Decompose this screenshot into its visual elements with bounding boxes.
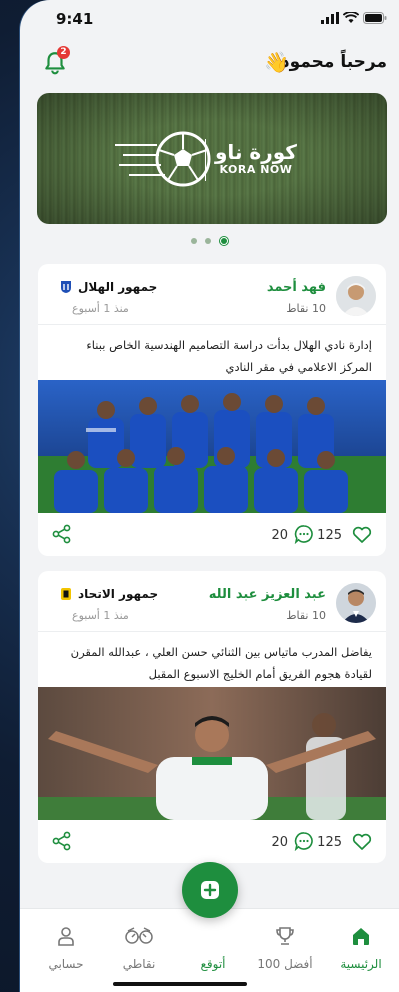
heart-icon[interactable] — [352, 526, 372, 544]
post-photo-player[interactable] — [38, 687, 386, 820]
heart-icon[interactable] — [352, 833, 372, 851]
ittihad-logo-icon — [61, 588, 71, 600]
author-avatar[interactable] — [336, 276, 376, 316]
comment-count: 20 — [271, 835, 288, 850]
card-divider — [38, 324, 386, 325]
author-name[interactable]: عبد العزيز عبد الله — [209, 587, 326, 602]
post-actions: 20 125 — [38, 823, 386, 863]
greeting-text: مرحباً محمود — [280, 52, 387, 72]
tab-top100-label: أفضل 100 — [257, 957, 313, 971]
wave-emoji: 👋 — [264, 50, 289, 74]
carousel-dot[interactable] — [190, 238, 197, 244]
post-time: منذ 1 أسبوع — [72, 609, 129, 622]
comment-icon[interactable] — [294, 831, 314, 851]
post-text: إدارة نادي الهلال بدأت دراسة التصاميم ال… — [86, 338, 372, 374]
post-card[interactable]: فهد أحمد 10 نقاط جمهور الهلال منذ 1 أسبو… — [38, 264, 386, 556]
carousel-dots — [20, 236, 399, 246]
club-tag[interactable]: جمهور الاتحاد — [60, 587, 158, 601]
share-icon[interactable] — [52, 524, 72, 544]
brand-logo: كورة ناو KORA NOW — [215, 141, 297, 176]
status-icons — [321, 12, 387, 24]
trophy-icon — [276, 927, 294, 945]
hilal-logo-icon — [61, 281, 71, 293]
add-prediction-button[interactable] — [182, 862, 238, 918]
author-name[interactable]: فهد أحمد — [267, 280, 326, 295]
comment-count: 20 — [271, 528, 288, 543]
player-photo-image — [38, 687, 386, 820]
phone-screen: 9:41 مرحباً محمود 👋 2 كورة ناو KORA NOW … — [20, 0, 399, 992]
carousel-dot-active[interactable] — [218, 236, 229, 246]
club-name: جمهور الهلال — [78, 280, 158, 294]
post-photo-team[interactable] — [38, 380, 386, 513]
tab-points[interactable]: نقاطي — [109, 925, 169, 971]
like-count: 125 — [317, 528, 342, 543]
tab-home-label: الرئيسية — [340, 957, 382, 971]
tab-predict-label: أتوقع — [200, 957, 226, 971]
avatar-person-icon — [336, 583, 376, 623]
carousel-dot[interactable] — [204, 238, 211, 244]
post-card[interactable]: عبد العزيز عبد الله 10 نقاط جمهور الاتحا… — [38, 571, 386, 863]
post-text: يفاضل المدرب ماتياس بين الثنائي حسن العل… — [70, 645, 372, 681]
brand-name-en: KORA NOW — [219, 163, 293, 176]
plus-icon — [201, 881, 219, 899]
card-divider — [38, 631, 386, 632]
status-bar: 9:41 — [20, 0, 399, 36]
app-header: مرحباً محمود 👋 2 — [20, 44, 399, 84]
promo-banner[interactable]: كورة ناو KORA NOW — [37, 93, 387, 224]
comment-icon[interactable] — [294, 524, 314, 544]
author-avatar[interactable] — [336, 583, 376, 623]
post-actions: 20 125 — [38, 516, 386, 556]
home-indicator — [113, 982, 247, 986]
author-points: 10 نقاط — [286, 302, 326, 315]
tab-top100[interactable]: أفضل 100 — [255, 925, 315, 971]
user-icon — [58, 927, 74, 946]
tab-account[interactable]: حسابي — [36, 925, 96, 971]
brand-name-ar: كورة ناو — [215, 140, 297, 164]
notification-badge: 2 — [57, 46, 70, 59]
battery-icon — [363, 12, 387, 24]
like-count: 125 — [317, 835, 342, 850]
avatar-person-icon — [336, 276, 376, 316]
status-time: 9:41 — [56, 10, 94, 28]
post-time: منذ 1 أسبوع — [72, 302, 129, 315]
team-photo-image — [38, 380, 386, 513]
tab-account-label: حسابي — [48, 957, 84, 971]
share-icon[interactable] — [52, 831, 72, 851]
club-name: جمهور الاتحاد — [78, 587, 159, 601]
tab-points-label: نقاطي — [122, 957, 156, 971]
football-logo-icon — [115, 131, 211, 187]
points-icon — [125, 927, 153, 944]
club-tag[interactable]: جمهور الهلال — [60, 280, 157, 294]
brand-separator — [205, 139, 206, 181]
tab-home[interactable]: الرئيسية — [331, 925, 391, 971]
home-icon — [353, 928, 369, 945]
wifi-icon — [343, 12, 359, 23]
signal-icon — [321, 12, 339, 24]
bottom-tab-bar: الرئيسية أفضل 100 أتوقع نقاطي حسابي — [20, 908, 399, 992]
author-points: 10 نقاط — [286, 609, 326, 622]
tab-predict[interactable]: أتوقع — [183, 925, 243, 971]
